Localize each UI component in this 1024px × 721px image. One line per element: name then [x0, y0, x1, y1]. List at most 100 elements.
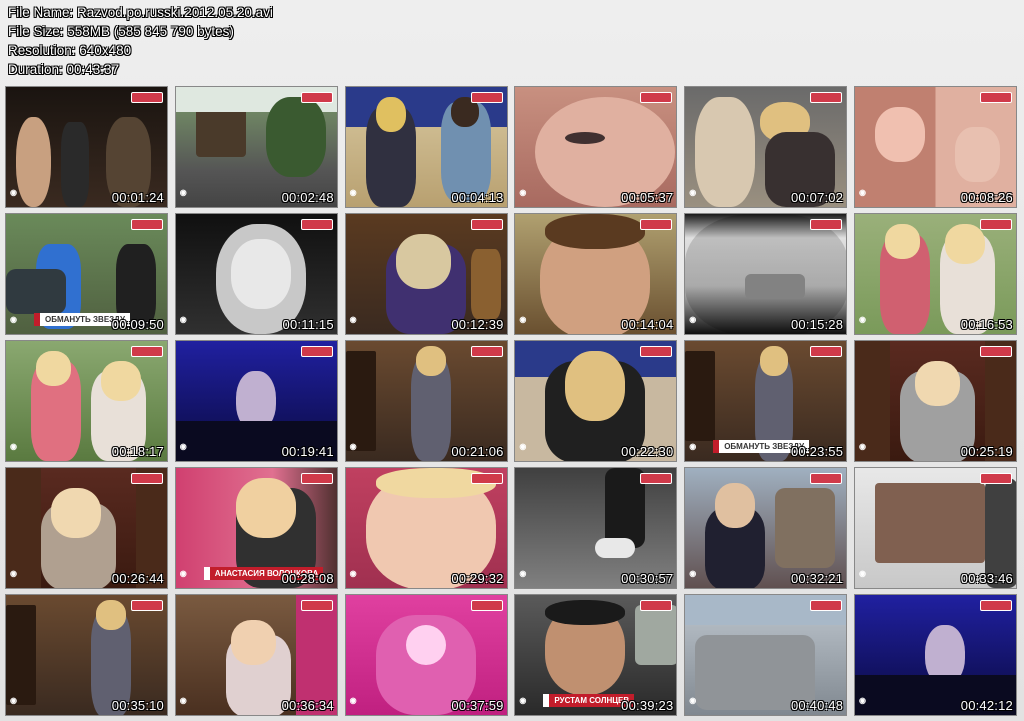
channel-logo-icon: [810, 92, 843, 103]
thumbnail: ◉ 00:36:34: [174, 594, 338, 716]
broadcaster-logo-icon: ◉: [689, 315, 697, 324]
scene-figure: [395, 234, 451, 289]
thumbnail: ◉ ОБМАНУТЬ ЗВЕЗДУ 00:23:55: [684, 340, 848, 462]
scene-figure: [605, 468, 646, 548]
channel-logo-icon: [640, 346, 673, 357]
scene-figure: [36, 351, 71, 386]
timestamp: 00:42:12: [960, 698, 1013, 713]
broadcaster-logo-icon: ◉: [349, 188, 357, 197]
broadcaster-logo-icon: ◉: [519, 569, 527, 578]
duration-line: Duration: 00:43:37: [8, 62, 120, 77]
file-size-line: File Size: 558MB (585 845 790 bytes): [8, 24, 234, 39]
timestamp: 00:22:30: [621, 444, 674, 459]
file-name-line: File Name: Razvod.po.russki.2012.05.20.a…: [8, 5, 273, 20]
timestamp: 00:19:41: [281, 444, 334, 459]
thumbnail-image: [6, 468, 167, 588]
thumbnail-image: [515, 214, 677, 334]
scene-figure: [470, 249, 501, 319]
channel-logo-icon: [470, 600, 503, 611]
thumbnail: ◉ 00:12:39: [344, 213, 508, 335]
scene-figure: [545, 600, 626, 625]
timestamp: 00:02:48: [281, 190, 334, 205]
channel-logo-icon: [810, 346, 843, 357]
scene-figure: [914, 361, 960, 406]
channel-logo-icon: [810, 219, 843, 230]
timestamp: 00:30:57: [621, 571, 674, 586]
thumbnail-image: [515, 341, 677, 461]
channel-logo-icon: [470, 92, 503, 103]
thumbnail-image: [175, 341, 337, 461]
timestamp: 00:09:50: [111, 317, 164, 332]
file-info-panel: File Name: Razvod.po.russki.2012.05.20.a…: [8, 3, 273, 79]
timestamp: 00:36:34: [281, 698, 334, 713]
thumbnail-image: [685, 468, 847, 588]
thumbnail-image: [6, 595, 167, 715]
broadcaster-logo-icon: ◉: [179, 315, 187, 324]
thumbnail: ◉ 00:37:59: [344, 594, 508, 716]
timestamp: 00:28:08: [281, 571, 334, 586]
broadcaster-logo-icon: ◉: [179, 442, 187, 451]
scene-figure: [96, 600, 126, 630]
thumbnail: ◉ 00:08:26: [853, 86, 1017, 208]
thumbnail: ◉ 00:22:30: [514, 340, 678, 462]
timestamp: 00:25:19: [960, 444, 1013, 459]
scene-figure: [545, 214, 646, 249]
thumbnail-image: [854, 214, 1016, 334]
broadcaster-logo-icon: ◉: [10, 569, 17, 578]
thumbnail: ◉ ОБМАНУТЬ ЗВЕЗДУ 00:09:50: [5, 213, 168, 335]
thumbnail: ◉ 00:35:10: [5, 594, 168, 716]
timestamp: 00:11:15: [282, 317, 334, 332]
thumbnail: ◉ 00:32:21: [684, 467, 848, 589]
channel-logo-icon: [979, 600, 1012, 611]
scene-figure: [345, 351, 376, 451]
broadcaster-logo-icon: ◉: [519, 696, 527, 705]
channel-logo-icon: [640, 473, 673, 484]
thumbnail: ◉ 00:14:04: [514, 213, 678, 335]
channel-logo-icon: [640, 600, 673, 611]
timestamp: 00:37:59: [451, 698, 504, 713]
channel-logo-icon: [131, 219, 163, 230]
channel-logo-icon: [470, 219, 503, 230]
timestamp: 00:23:55: [790, 444, 844, 459]
channel-logo-icon: [470, 473, 503, 484]
thumbnail: ◉ 00:26:44: [5, 467, 168, 589]
channel-logo-icon: [131, 92, 163, 103]
broadcaster-logo-icon: ◉: [519, 188, 527, 197]
thumbnail: ◉ 00:18:17: [5, 340, 168, 462]
channel-logo-icon: [810, 600, 843, 611]
scene-figure: [565, 351, 626, 421]
channel-logo-icon: [131, 600, 163, 611]
broadcaster-logo-icon: ◉: [858, 315, 866, 324]
broadcaster-logo-icon: ◉: [519, 442, 527, 451]
scene-figure: [195, 107, 246, 157]
scene-figure: [715, 483, 756, 528]
thumbnail-image: [685, 214, 847, 334]
thumbnail-image: [685, 595, 847, 715]
scene-figure: [635, 605, 677, 665]
scene-figure: [874, 107, 925, 162]
scene-figure: [595, 538, 636, 558]
thumbnail: ◉ 00:07:02: [684, 86, 848, 208]
timestamp: 00:04:13: [451, 190, 504, 205]
scene-figure: [954, 127, 1000, 182]
timestamp: 00:14:04: [621, 317, 674, 332]
timestamp: 00:21:06: [451, 444, 504, 459]
broadcaster-logo-icon: ◉: [10, 696, 17, 705]
scene-figure: [375, 97, 406, 132]
channel-logo-icon: [979, 346, 1012, 357]
channel-logo-icon: [300, 473, 333, 484]
channel-logo-icon: [979, 219, 1012, 230]
thumbnail-image: [345, 214, 507, 334]
scene-figure: [944, 224, 985, 264]
scene-figure: [101, 361, 141, 401]
thumbnail: ◉ АНАСТАСИЯ ВОЛОЧКОВА 00:28:08: [174, 467, 338, 589]
scene-figure: [265, 97, 326, 177]
broadcaster-logo-icon: ◉: [179, 188, 187, 197]
scene-figure: [760, 346, 789, 376]
timestamp: 00:35:10: [111, 698, 164, 713]
channel-logo-icon: [300, 219, 333, 230]
resolution-line: Resolution: 640x480: [8, 43, 132, 58]
broadcaster-logo-icon: ◉: [349, 569, 357, 578]
timestamp: 00:08:26: [960, 190, 1013, 205]
thumbnail-grid: ◉ 00:01:24 ◉ 00:02:48 ◉ 00:04:13 ◉ 00:05:37 ◉ 00:…: [5, 86, 1017, 718]
